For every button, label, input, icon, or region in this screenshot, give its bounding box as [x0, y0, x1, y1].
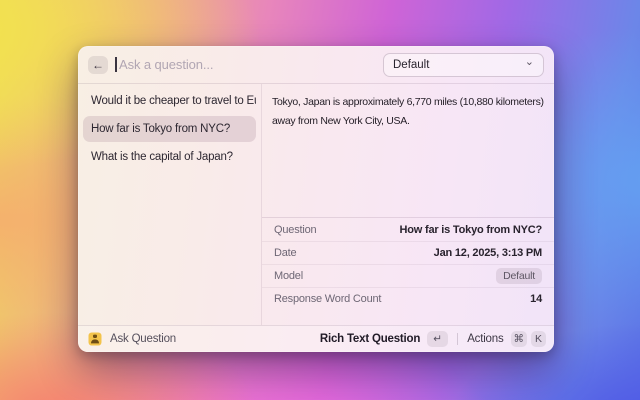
enter-key-icon: ↵: [427, 331, 448, 347]
metadata-row-date: Date Jan 12, 2025, 3:13 PM: [262, 241, 554, 264]
command-key-icon: ⌘: [511, 331, 528, 347]
actions-label: Actions: [467, 333, 503, 345]
footer-separator: [457, 333, 458, 345]
model-dropdown[interactable]: Default ⌄: [383, 53, 544, 77]
ask-question-app-icon: [88, 332, 102, 346]
desktop-background: ← Ask a question... Default ⌄ Would it b…: [0, 0, 640, 400]
answer-text: Tokyo, Japan is approximately 6,770 mile…: [262, 84, 554, 131]
model-default-badge: Default: [496, 268, 542, 284]
metadata-row-question: Question How far is Tokyo from NYC?: [262, 218, 554, 241]
metadata-row-word-count: Response Word Count 14: [262, 287, 554, 310]
metadata-value: How far is Tokyo from NYC?: [400, 224, 543, 236]
metadata-section: Question How far is Tokyo from NYC? Date…: [262, 217, 554, 310]
metadata-row-model: Model Default: [262, 264, 554, 287]
question-list: Would it be cheaper to travel to Euro… H…: [78, 84, 262, 325]
footer-actions: Rich Text Question ↵ Actions ⌘ K: [320, 331, 546, 347]
topbar: ← Ask a question... Default ⌄: [78, 46, 554, 84]
list-item-question-2-selected[interactable]: How far is Tokyo from NYC?: [83, 116, 256, 142]
k-key-icon: K: [531, 331, 546, 347]
answer-panel: Tokyo, Japan is approximately 6,770 mile…: [262, 84, 554, 325]
metadata-value: 14: [530, 293, 542, 305]
back-button[interactable]: ←: [88, 56, 108, 74]
metadata-label: Date: [274, 247, 296, 259]
content-area: Would it be cheaper to travel to Euro… H…: [78, 84, 554, 325]
question-input[interactable]: Ask a question...: [119, 57, 383, 72]
list-item-question-3[interactable]: What is the capital of Japan?: [83, 144, 256, 170]
rich-text-question-label: Rich Text Question: [320, 333, 420, 345]
actions-menu-button[interactable]: Actions ⌘ K: [467, 331, 546, 347]
answer-line-1: Tokyo, Japan is approximately 6,770 mile…: [272, 93, 544, 112]
chevron-down-icon: ⌄: [525, 57, 534, 68]
metadata-label: Model: [274, 270, 303, 282]
rich-text-question-button[interactable]: Rich Text Question ↵: [320, 331, 448, 347]
raycast-window: ← Ask a question... Default ⌄ Would it b…: [78, 46, 554, 352]
metadata-label: Response Word Count: [274, 293, 381, 305]
footer-bar: Ask Question Rich Text Question ↵ Action…: [78, 325, 554, 352]
text-caret: [115, 57, 117, 72]
answer-line-2: away from New York City, USA.: [272, 112, 544, 131]
metadata-value: Jan 12, 2025, 3:13 PM: [434, 247, 542, 259]
list-item-question-1[interactable]: Would it be cheaper to travel to Euro…: [83, 88, 256, 114]
metadata-label: Question: [274, 224, 316, 236]
model-dropdown-value: Default: [393, 59, 429, 71]
back-arrow-icon: ←: [92, 58, 104, 72]
command-name-label: Ask Question: [110, 333, 176, 345]
